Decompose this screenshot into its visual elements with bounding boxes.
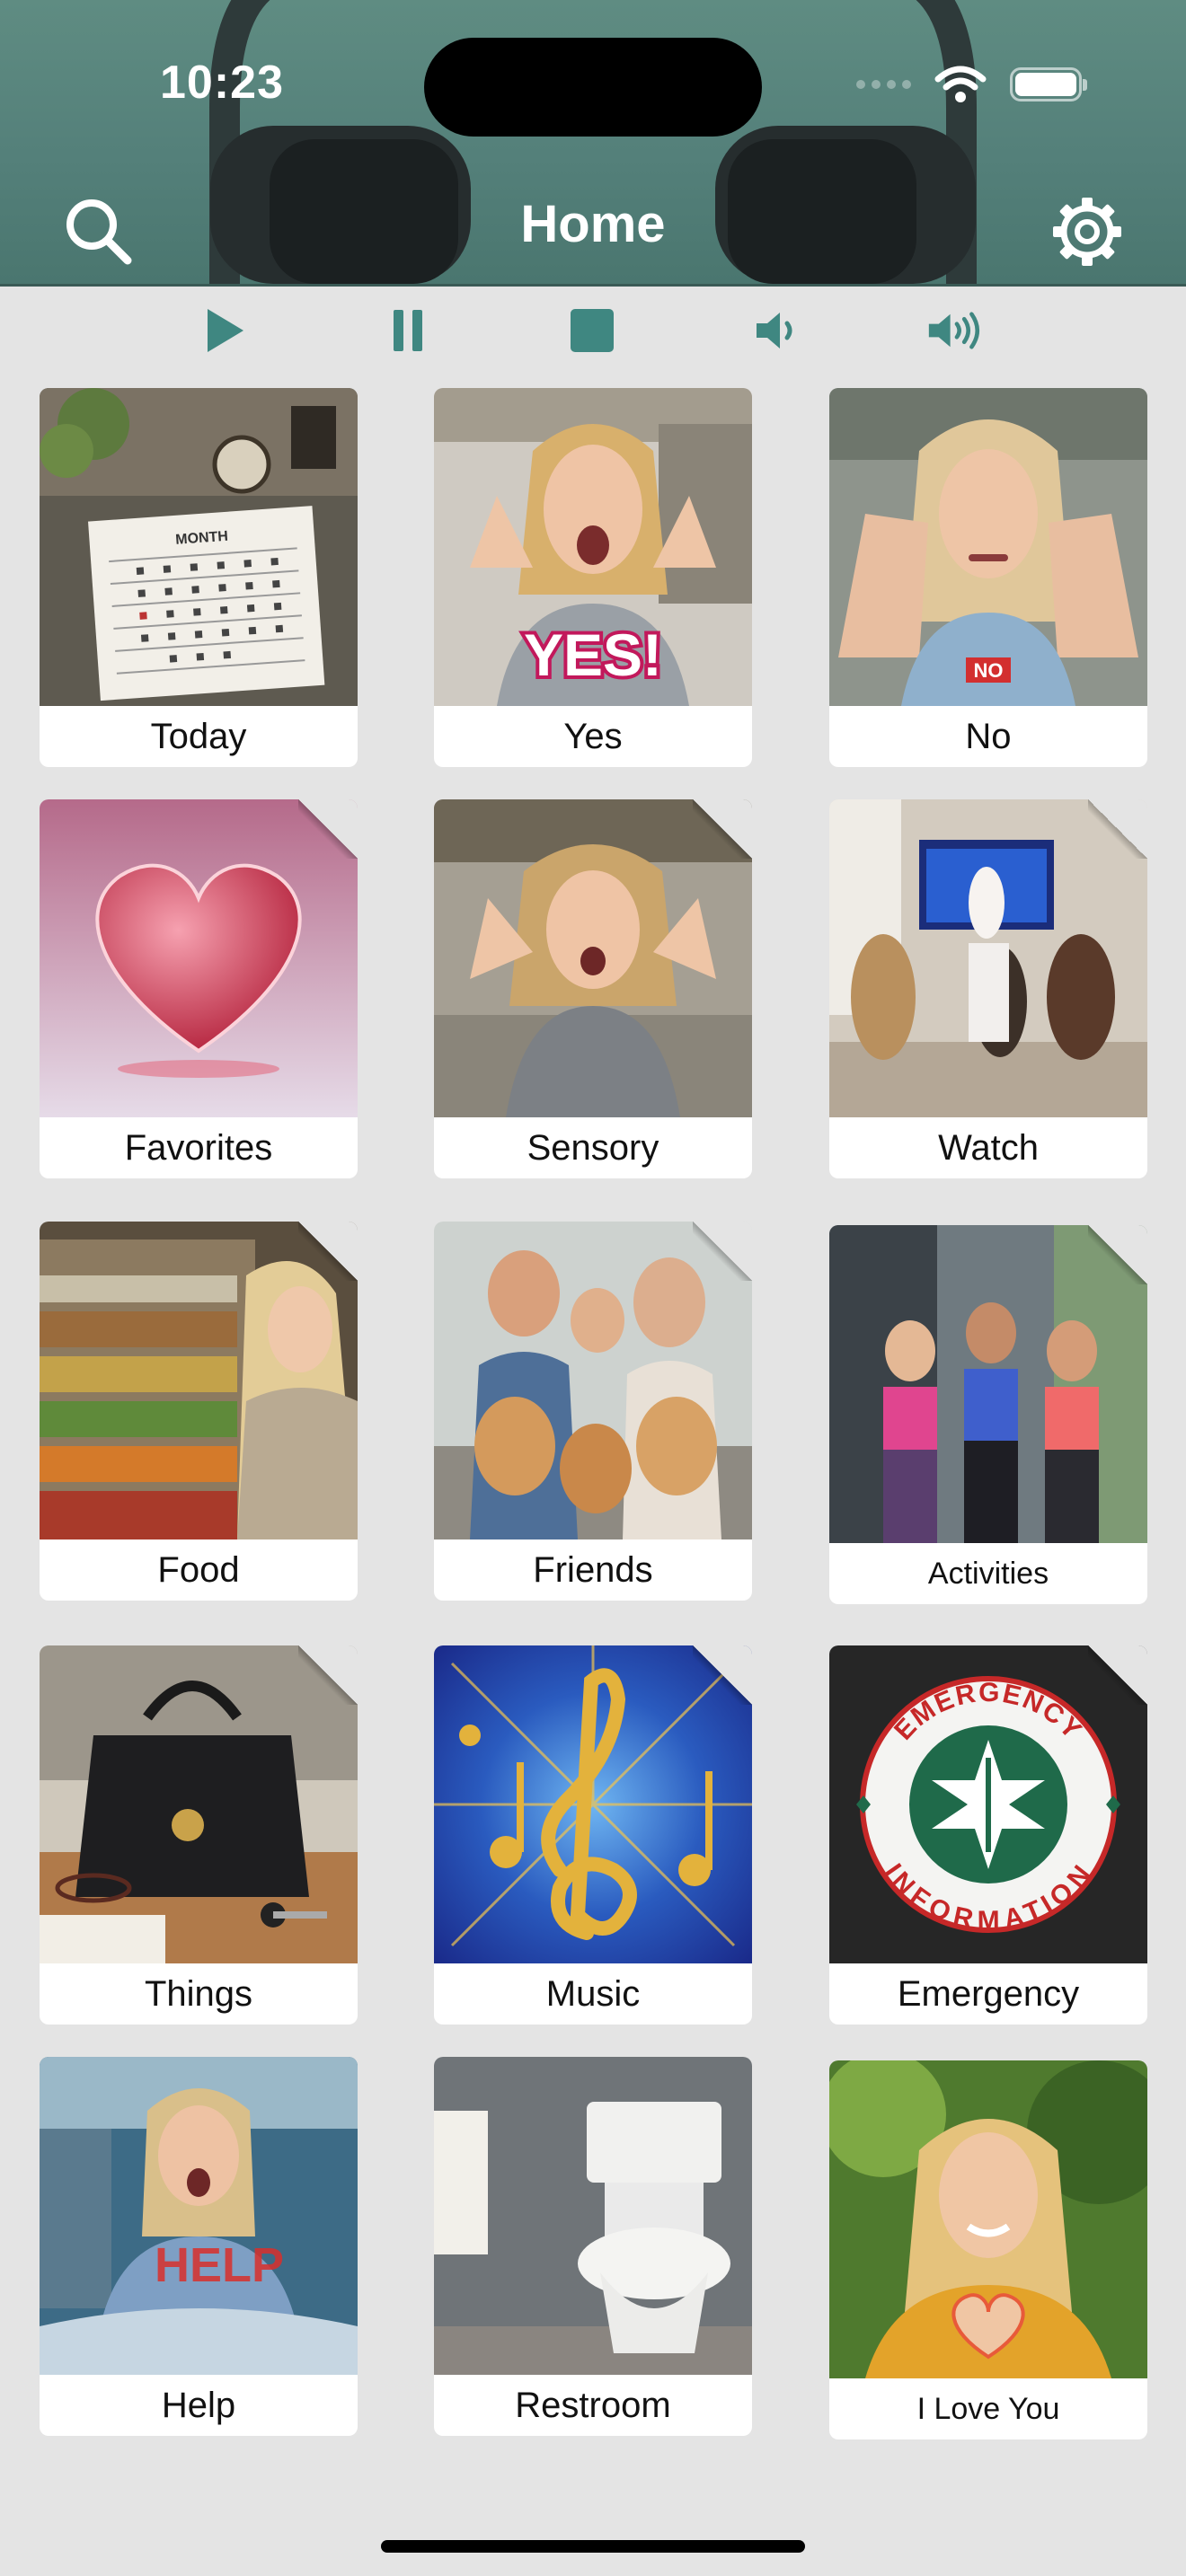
status-indicators: [856, 65, 1087, 104]
toilet-image: [434, 2057, 752, 2375]
folder-corner-icon: [298, 1645, 358, 1705]
yes-sign-text: YES!: [524, 622, 662, 688]
tile-label: Music: [545, 1973, 641, 2014]
wifi-icon: [934, 66, 987, 102]
help-text: HELP: [155, 2238, 284, 2292]
tile-things[interactable]: Things: [40, 1645, 358, 2025]
tile-label: Sensory: [527, 1127, 659, 1168]
dynamic-island: [424, 38, 762, 137]
folder-corner-icon: [298, 799, 358, 859]
help-image: HELP: [40, 2057, 358, 2375]
tile-no[interactable]: NO No: [829, 388, 1147, 767]
volume-up-icon: [928, 312, 980, 349]
volume-down-icon: [757, 313, 792, 348]
play-icon: [208, 309, 243, 352]
tile-food[interactable]: Food: [40, 1222, 358, 1601]
gear-icon: [1053, 198, 1121, 266]
love-image: [829, 2060, 1147, 2378]
volume-down-button[interactable]: [749, 302, 807, 359]
pause-button[interactable]: [379, 302, 437, 359]
tile-label: Friends: [533, 1549, 653, 1590]
tile-friends[interactable]: Friends: [434, 1222, 752, 1601]
settings-button[interactable]: [1044, 189, 1130, 275]
folder-corner-icon: [298, 1222, 358, 1281]
tile-restroom[interactable]: Restroom: [434, 2057, 752, 2436]
battery-icon: [1010, 67, 1087, 101]
folder-corner-icon: [693, 1645, 752, 1705]
folder-corner-icon: [1088, 799, 1147, 859]
tile-label: Emergency: [897, 1973, 1080, 2014]
folder-corner-icon: [693, 799, 752, 859]
cellular-signal-icon: [856, 80, 911, 89]
tile-label: Things: [144, 1973, 253, 2014]
tile-label: Help: [161, 2385, 236, 2425]
tile-sensory[interactable]: Sensory: [434, 799, 752, 1178]
tile-label: Watch: [938, 1127, 1039, 1168]
calendar-image: MONTH: [40, 388, 358, 706]
no-sign-text: NO: [974, 659, 1004, 682]
tile-label: No: [965, 716, 1012, 756]
tile-label: Favorites: [124, 1127, 273, 1168]
folder-corner-icon: [1088, 1225, 1147, 1284]
yes-image: YES!: [434, 388, 752, 706]
tile-i-love-you[interactable]: I Love You: [829, 2060, 1147, 2439]
tile-label: Activities: [927, 1556, 1049, 1591]
tile-help[interactable]: HELP Help: [40, 2057, 358, 2436]
folder-corner-icon: [693, 1222, 752, 1281]
tile-label: Yes: [563, 716, 623, 756]
tile-favorites[interactable]: Favorites: [40, 799, 358, 1178]
tile-music[interactable]: Music: [434, 1645, 752, 2025]
volume-up-button[interactable]: [927, 302, 985, 359]
status-time: 10:23: [160, 57, 284, 109]
tile-label: I Love You: [916, 2391, 1060, 2426]
tile-emergency[interactable]: EMERGENCY INFORMATION Emergency: [829, 1645, 1147, 2025]
tile-label: Food: [157, 1549, 240, 1590]
tile-today[interactable]: MONTH Today: [40, 388, 358, 767]
page-title: Home: [520, 195, 666, 253]
stop-button[interactable]: [563, 302, 621, 359]
pause-icon: [394, 310, 422, 351]
tile-yes[interactable]: YES! Yes: [434, 388, 752, 767]
folder-corner-icon: [1088, 1645, 1147, 1705]
tile-label: Restroom: [515, 2385, 671, 2425]
play-button[interactable]: [196, 302, 253, 359]
navigation-header: 10:23 Home: [0, 0, 1186, 287]
tile-watch[interactable]: Watch: [829, 799, 1147, 1178]
speech-toolbar: [0, 289, 1186, 368]
tile-activities[interactable]: Activities: [829, 1225, 1147, 1604]
home-indicator[interactable]: [381, 2540, 805, 2553]
no-image: NO: [829, 388, 1147, 706]
tile-label: Today: [150, 716, 247, 756]
stop-icon: [571, 309, 614, 352]
